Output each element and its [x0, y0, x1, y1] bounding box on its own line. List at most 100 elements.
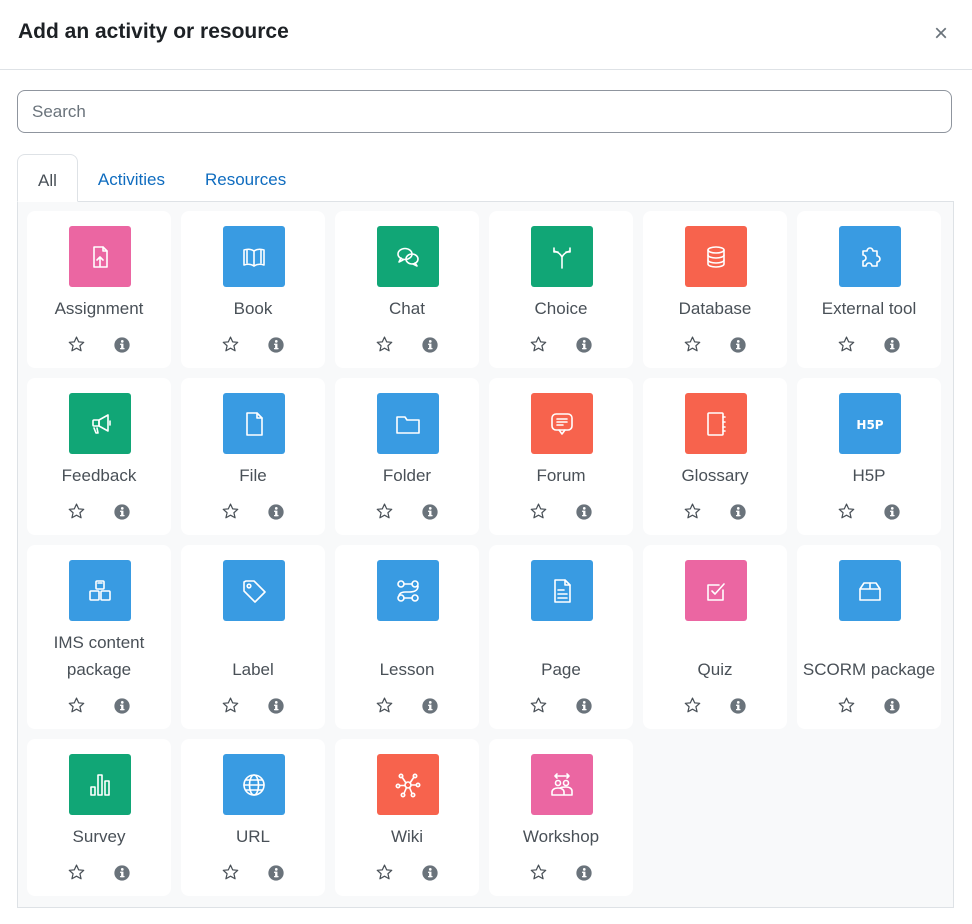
info-icon[interactable] [420, 335, 439, 354]
tab-resources[interactable]: Resources [185, 154, 306, 202]
item-card-book[interactable]: Book [181, 211, 325, 368]
star-icon[interactable] [529, 696, 548, 715]
tab-activities[interactable]: Activities [78, 154, 185, 202]
star-icon[interactable] [67, 335, 86, 354]
info-icon[interactable] [882, 335, 901, 354]
info-icon[interactable] [882, 502, 901, 521]
star-icon[interactable] [837, 696, 856, 715]
item-name: URL [235, 827, 270, 846]
item-name: Workshop [522, 827, 600, 846]
star-icon[interactable] [837, 502, 856, 521]
item-card-survey[interactable]: Survey [27, 739, 171, 896]
item-name: Wiki [390, 827, 424, 846]
item-actions [489, 696, 633, 715]
chat-icon [377, 226, 439, 287]
item-card-folder[interactable]: Folder [335, 378, 479, 535]
star-icon[interactable] [375, 335, 394, 354]
glossary-icon [685, 393, 747, 454]
star-icon[interactable] [683, 502, 702, 521]
star-icon[interactable] [221, 502, 240, 521]
info-icon[interactable] [420, 863, 439, 882]
star-icon[interactable] [683, 335, 702, 354]
info-icon[interactable] [728, 335, 747, 354]
info-icon[interactable] [266, 696, 285, 715]
item-name: External tool [821, 299, 917, 318]
item-name: Label [232, 660, 274, 679]
close-button[interactable]: × [934, 22, 948, 46]
info-icon[interactable] [574, 863, 593, 882]
info-icon[interactable] [728, 696, 747, 715]
item-card-h5p[interactable]: H5P H5P [797, 378, 941, 535]
item-card-url[interactable]: URL [181, 739, 325, 896]
star-icon[interactable] [529, 502, 548, 521]
star-icon[interactable] [67, 502, 86, 521]
item-name: IMS content package [53, 633, 145, 679]
item-card-page[interactable]: Page [489, 545, 633, 729]
item-card-forum[interactable]: Forum [489, 378, 633, 535]
star-icon[interactable] [221, 696, 240, 715]
info-icon[interactable] [266, 863, 285, 882]
item-card-feedback[interactable]: Feedback [27, 378, 171, 535]
item-name: Page [541, 660, 581, 679]
info-icon[interactable] [112, 696, 131, 715]
info-icon[interactable] [266, 502, 285, 521]
package-icon [839, 560, 901, 621]
info-icon[interactable] [420, 502, 439, 521]
item-name: Database [678, 299, 752, 318]
info-icon[interactable] [112, 863, 131, 882]
item-card-external-tool[interactable]: External tool [797, 211, 941, 368]
folder-icon [377, 393, 439, 454]
search-input[interactable] [17, 90, 952, 133]
item-name: Folder [382, 466, 432, 485]
item-card-chat[interactable]: Chat [335, 211, 479, 368]
info-icon[interactable] [574, 335, 593, 354]
tab-all[interactable]: All [17, 154, 78, 202]
megaphone-icon [69, 393, 131, 454]
star-icon[interactable] [837, 335, 856, 354]
item-card-database[interactable]: Database [643, 211, 787, 368]
items-panel: Assignment Book Chat Choice Database External… [17, 201, 954, 908]
item-name: Lesson [379, 660, 435, 679]
boxes-icon [69, 560, 131, 621]
item-card-scorm-package[interactable]: SCORM package [797, 545, 941, 729]
star-icon[interactable] [529, 335, 548, 354]
item-card-glossary[interactable]: Glossary [643, 378, 787, 535]
item-card-quiz[interactable]: Quiz [643, 545, 787, 729]
item-card-wiki[interactable]: Wiki [335, 739, 479, 896]
info-icon[interactable] [266, 335, 285, 354]
dialog-header: Add an activity or resource × [0, 0, 972, 70]
star-icon[interactable] [375, 696, 394, 715]
puzzle-icon [839, 226, 901, 287]
h5p-icon: H5P [839, 393, 901, 454]
item-card-file[interactable]: File [181, 378, 325, 535]
dialog-title: Add an activity or resource [18, 20, 289, 43]
item-card-choice[interactable]: Choice [489, 211, 633, 368]
item-actions [181, 502, 325, 521]
star-icon[interactable] [67, 696, 86, 715]
item-actions [335, 502, 479, 521]
star-icon[interactable] [683, 696, 702, 715]
item-card-workshop[interactable]: Workshop [489, 739, 633, 896]
item-card-ims-content-package[interactable]: IMS content package [27, 545, 171, 729]
item-actions [27, 863, 171, 882]
info-icon[interactable] [882, 696, 901, 715]
info-icon[interactable] [728, 502, 747, 521]
book-icon [223, 226, 285, 287]
info-icon[interactable] [420, 696, 439, 715]
item-card-lesson[interactable]: Lesson [335, 545, 479, 729]
info-icon[interactable] [112, 502, 131, 521]
star-icon[interactable] [221, 335, 240, 354]
item-actions [797, 335, 941, 354]
item-card-assignment[interactable]: Assignment [27, 211, 171, 368]
star-icon[interactable] [529, 863, 548, 882]
star-icon[interactable] [375, 502, 394, 521]
star-icon[interactable] [67, 863, 86, 882]
item-actions [27, 696, 171, 715]
info-icon[interactable] [574, 502, 593, 521]
star-icon[interactable] [221, 863, 240, 882]
info-icon[interactable] [574, 696, 593, 715]
item-card-label[interactable]: Label [181, 545, 325, 729]
info-icon[interactable] [112, 335, 131, 354]
assignment-icon [69, 226, 131, 287]
star-icon[interactable] [375, 863, 394, 882]
